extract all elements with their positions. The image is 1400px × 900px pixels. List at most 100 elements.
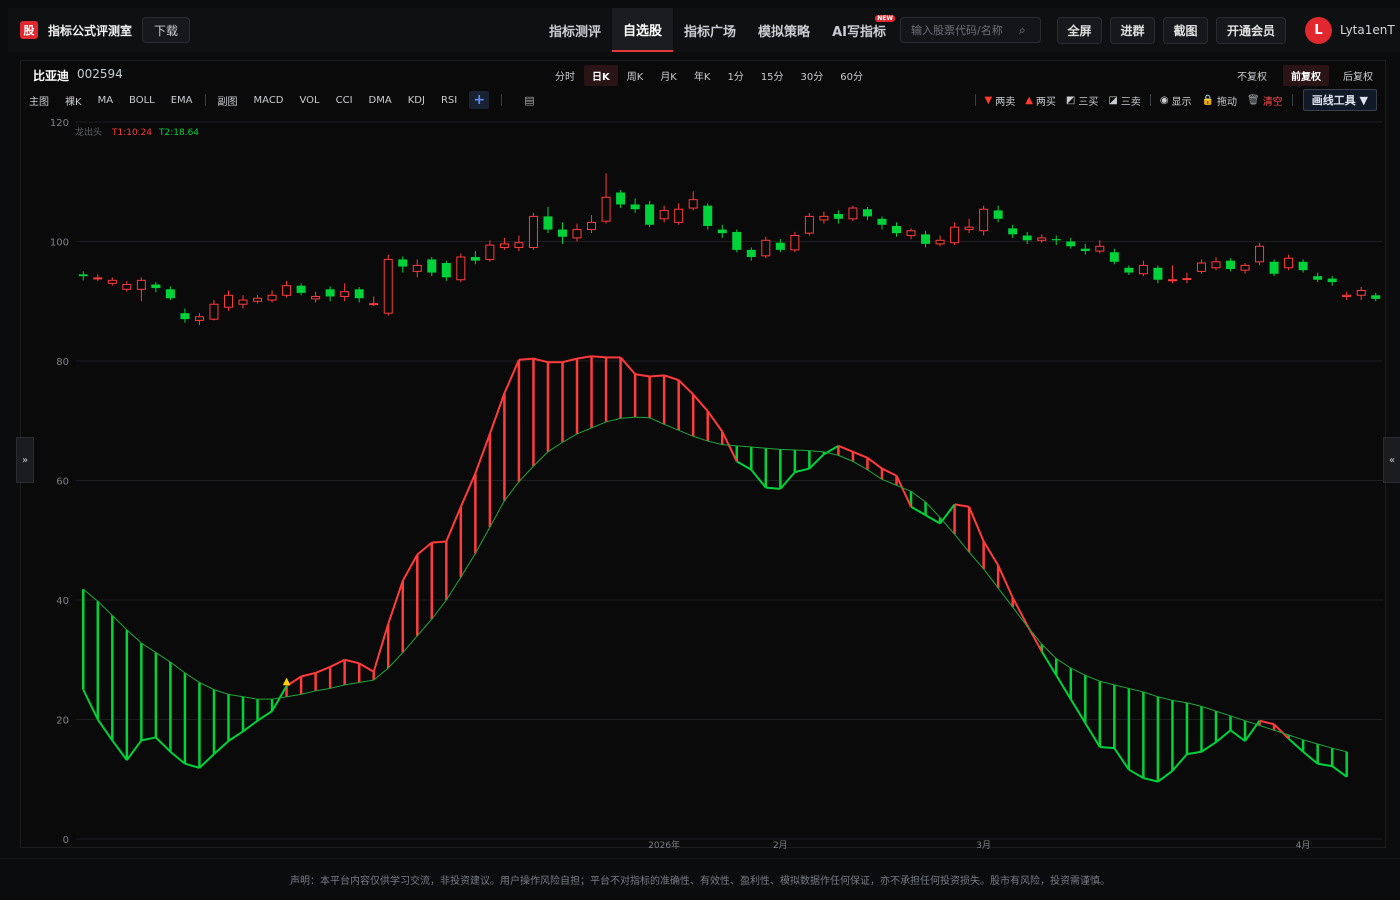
search-icon[interactable]: ⌕ (1019, 23, 1026, 38)
tool-three-buy[interactable]: ◩ 三买 (1061, 93, 1103, 108)
tab-adjust-none[interactable]: 不复权 (1229, 65, 1275, 86)
nav-ai-write-indicator[interactable]: AI写指标 NEW (821, 8, 897, 52)
indicator-line-a (910, 505, 927, 517)
indicator-line-a (344, 658, 360, 665)
signal-tools: ▼ 两卖 ▲ 两买 ◩ 三买 ◪ 三卖 ◉ 显示 🔒 拖动 🗑 清空 画线工具 ▼ (971, 89, 1377, 111)
tool-three-sell[interactable]: ◪ 三卖 (1103, 93, 1145, 108)
candle-body (470, 257, 480, 261)
tool-label: 两卖 (995, 96, 1016, 108)
buy-signal-marker: ▲ (283, 676, 291, 687)
tab-adjust-backward[interactable]: 后复权 (1335, 65, 1381, 86)
add-indicator-button[interactable]: + (469, 91, 490, 109)
join-group-button[interactable]: 进群 (1110, 17, 1155, 44)
tool-clear[interactable]: 🗑 清空 (1242, 93, 1288, 108)
divider (974, 94, 976, 106)
indicator-line-a (591, 355, 607, 359)
indicator-rsi[interactable]: RSI (433, 95, 465, 106)
candle-body (587, 221, 597, 231)
tab-period-15min[interactable]: 15分 (753, 65, 792, 86)
indicator-line-a (1040, 650, 1058, 676)
candle-body (528, 215, 538, 248)
indicator-line-a (1186, 750, 1202, 756)
tool-two-sell[interactable]: ▼ 两卖 (980, 93, 1021, 108)
candle-body (427, 259, 437, 273)
search-input[interactable] (911, 23, 1015, 37)
indicator-line-a (111, 739, 128, 761)
indicator-macd[interactable]: MACD (246, 95, 292, 106)
tab-period-week[interactable]: 周K (619, 65, 652, 86)
indicator-line-a (96, 718, 114, 741)
indicator-line-a (227, 730, 244, 742)
indicator-line-a (649, 374, 665, 378)
stock-search[interactable]: ⌕ (900, 17, 1041, 43)
tool-label: 显示 (1171, 96, 1192, 108)
indicator-cci[interactable]: CCI (328, 95, 361, 106)
candle-body (1138, 264, 1148, 275)
candle-body (1037, 237, 1047, 241)
divider (204, 94, 206, 106)
indicator-line-a (401, 554, 419, 582)
indicator-line-a (794, 467, 810, 474)
indicator-dma[interactable]: DMA (361, 95, 400, 106)
tab-period-month[interactable]: 月K (652, 65, 685, 86)
tab-adjust-forward[interactable]: 前复权 (1283, 65, 1329, 86)
avatar[interactable]: L (1305, 17, 1332, 44)
tool-show[interactable]: ◉ 显示 (1155, 93, 1197, 108)
candle-body (877, 218, 887, 225)
nav-watchlist[interactable]: 自选股 (612, 8, 674, 52)
tab-period-intraday[interactable]: 分时 (547, 65, 583, 86)
candlestick-chart[interactable]: 0 20 40 60 80 100 120 2026年 2月 3月 4月 龙出头 T1:10.24 T2:… (21, 113, 1387, 849)
candle-body (543, 216, 553, 230)
nav-indicator-review[interactable]: 指标测评 (538, 8, 612, 52)
indicator-line-a (619, 356, 636, 375)
divider (501, 94, 503, 106)
fullscreen-button[interactable]: 全屏 (1057, 17, 1102, 44)
indicator-naked-k[interactable]: 裸K (57, 93, 90, 108)
save-icon[interactable]: ▤ (524, 94, 534, 107)
indicator-line-a (459, 472, 477, 508)
brand[interactable]: 股 指标公式评测室 (20, 21, 132, 39)
tool-two-buy[interactable]: ▲ 两买 (1020, 93, 1061, 108)
candle-body (383, 258, 393, 314)
candle-body (441, 263, 451, 278)
indicator-line-a (634, 373, 650, 378)
indicator-vol[interactable]: VOL (292, 95, 328, 106)
tab-period-year[interactable]: 年K (686, 65, 719, 86)
right-panel-toggle[interactable]: « (1383, 437, 1400, 483)
tab-period-1min[interactable]: 1分 (719, 65, 751, 86)
candle-body (921, 234, 931, 244)
nav-indicator-square[interactable]: 指标广场 (673, 8, 747, 52)
left-panel-toggle[interactable]: » (16, 437, 34, 483)
legend-t2: T2:18.64 (158, 128, 199, 138)
indicator-line-a (300, 671, 316, 678)
indicator-line-a (736, 460, 752, 471)
tab-period-day[interactable]: 日K (584, 65, 618, 86)
drawing-tools-dropdown[interactable]: 画线工具 ▼ (1302, 89, 1377, 111)
nav-simulated-strategy[interactable]: 模拟策略 (747, 8, 821, 52)
indicator-line-a (198, 753, 215, 769)
indicator-boll[interactable]: BOLL (121, 95, 163, 106)
indicator-line-a (1128, 768, 1144, 779)
vip-button[interactable]: 开通会员 (1216, 17, 1286, 44)
tab-period-30min[interactable]: 30分 (793, 65, 832, 86)
candle-body (456, 256, 466, 281)
indicator-kdj[interactable]: KDJ (400, 95, 433, 106)
indicator-ma[interactable]: MA (90, 95, 121, 106)
download-button[interactable]: 下载 (142, 17, 191, 43)
tool-drag[interactable]: 🔒 拖动 (1197, 93, 1242, 108)
username[interactable]: Lyta1enT (1340, 23, 1395, 37)
candle-body (194, 316, 204, 321)
indicator-line-a (126, 739, 143, 761)
candle-body (1298, 261, 1308, 271)
candle-body (1356, 289, 1366, 296)
divider (1291, 94, 1293, 106)
candle-body (1240, 264, 1250, 271)
tab-period-60min[interactable]: 60分 (832, 65, 871, 86)
indicator-line-a (169, 750, 186, 765)
screenshot-button[interactable]: 截图 (1163, 17, 1208, 44)
indicator-line-a (866, 456, 883, 470)
indicator-line-a (881, 467, 897, 477)
indicator-ema[interactable]: EMA (163, 95, 201, 106)
indicator-line-a (1215, 729, 1232, 743)
eye-icon: ◉ (1159, 94, 1169, 106)
